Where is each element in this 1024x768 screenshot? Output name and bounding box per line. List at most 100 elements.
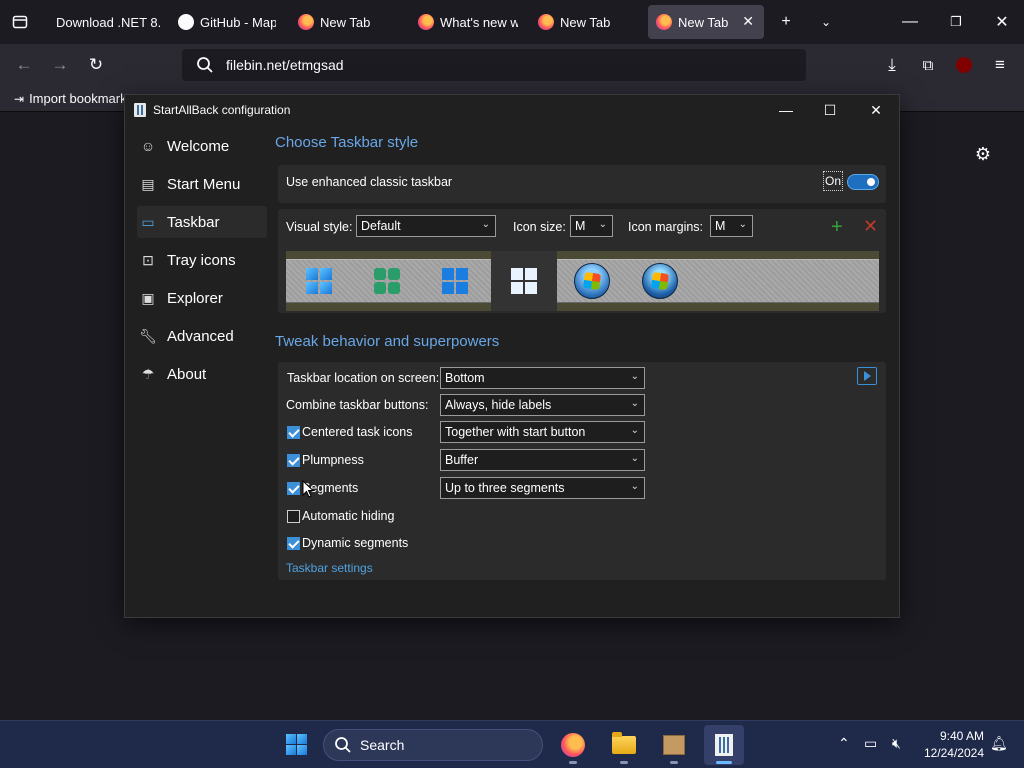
forward-icon[interactable]: → — [48, 53, 72, 77]
automatic-hiding-label: Automatic hiding — [302, 509, 395, 523]
startallback-app-icon — [134, 103, 146, 117]
dynamic-segments-checkbox[interactable] — [287, 537, 300, 550]
sidebar-item-about[interactable]: ☂ About — [137, 358, 267, 390]
tab-new-tab-2[interactable]: New Tab — [530, 5, 640, 39]
chevron-down-icon: ⌄ — [630, 398, 639, 409]
tab-new-tab-active[interactable]: New Tab ✕ — [648, 5, 764, 39]
archive-box-icon — [663, 735, 685, 755]
automatic-hiding-checkbox[interactable] — [287, 510, 300, 523]
enhanced-taskbar-label: Use enhanced classic taskbar — [286, 175, 453, 189]
firefox-icon — [418, 14, 434, 30]
clock-time: 9:40 AM — [939, 729, 984, 743]
import-icon: ⇥ — [14, 91, 25, 106]
file-explorer-icon — [612, 732, 636, 754]
close-tab-icon[interactable]: ✕ — [742, 13, 754, 30]
icon-size-select[interactable]: M ⌄ — [570, 215, 613, 237]
icon-margins-label: Icon margins: — [628, 220, 704, 234]
plumpness-checkbox[interactable] — [287, 454, 300, 467]
taskbar-app-firefox[interactable] — [553, 725, 593, 765]
delete-icon[interactable]: ✕ — [863, 216, 878, 237]
page-settings-gear-icon[interactable]: ⚙ — [972, 143, 994, 165]
minimize-browser-icon[interactable]: — — [898, 10, 922, 34]
network-icon[interactable]: ▭ — [864, 735, 877, 752]
style-option-win10[interactable] — [422, 251, 488, 311]
combine-buttons-label: Combine taskbar buttons: — [286, 398, 429, 412]
segments-checkbox[interactable] — [287, 482, 300, 495]
firefox-icon — [538, 14, 554, 30]
start-button[interactable] — [286, 734, 307, 755]
plumpness-label: Plumpness — [302, 453, 364, 467]
search-icon — [334, 736, 352, 757]
chevron-down-icon: ⌄ — [630, 481, 639, 492]
firefox-icon — [656, 14, 672, 30]
chevron-down-icon: ⌄ — [598, 219, 607, 230]
combine-buttons-select[interactable]: Always, hide labels ⌄ — [440, 394, 645, 416]
back-icon[interactable]: ← — [12, 53, 36, 77]
icon-size-label: Icon size: — [513, 220, 566, 234]
taskbar-settings-link[interactable]: Taskbar settings — [286, 561, 373, 575]
windows-10-white-logo-icon — [511, 268, 537, 294]
reload-icon[interactable]: ↻ — [84, 53, 108, 77]
taskbar-app-startallback[interactable] — [704, 725, 744, 765]
firefox-icon — [561, 733, 585, 757]
taskbar-icon: ▭ — [141, 213, 155, 230]
taskbar-app-archive[interactable] — [654, 725, 694, 765]
new-tab-icon[interactable]: + — [774, 10, 798, 34]
tab-github[interactable]: GitHub - Map — [170, 5, 276, 39]
windows-logo-icon — [286, 734, 307, 755]
downloads-icon[interactable]: ⤓ — [880, 53, 904, 77]
tab-whats-new[interactable]: What's new w — [410, 5, 518, 39]
sidebar-item-taskbar[interactable]: ▭ Taskbar — [137, 206, 267, 238]
taskbar-search-box[interactable]: Search — [323, 729, 543, 761]
taskbar-app-file-explorer[interactable] — [604, 725, 644, 765]
notifications-bell-icon[interactable]: 🔔︎ — [990, 735, 1008, 752]
ublock-icon[interactable] — [952, 53, 976, 77]
extensions-icon[interactable]: ⧉ — [916, 53, 940, 77]
sidebar-item-explorer[interactable]: ▣ Explorer — [137, 282, 267, 314]
style-option-vista[interactable] — [627, 251, 693, 311]
play-video-icon[interactable] — [857, 367, 877, 385]
segments-select[interactable]: Up to three segments ⌄ — [440, 477, 645, 499]
taskbar-clock[interactable]: 9:40 AM 12/24/2024 — [912, 728, 984, 762]
style-option-win11[interactable] — [286, 251, 352, 311]
style-option-win7[interactable] — [559, 251, 625, 311]
toggle-knob — [867, 178, 875, 186]
start-menu-icon: ▤ — [141, 175, 155, 192]
restore-browser-icon[interactable]: ❐ — [944, 10, 968, 34]
folder-icon: ▣ — [141, 289, 155, 306]
sidebar-item-tray-icons[interactable]: ⊡ Tray icons — [137, 244, 267, 276]
search-icon — [196, 56, 214, 77]
clock-date: 12/24/2024 — [923, 746, 984, 760]
plumpness-select[interactable]: Buffer ⌄ — [440, 449, 645, 471]
url-bar[interactable]: filebin.net/etmgsad — [182, 49, 806, 81]
dialog-minimize-icon[interactable]: — — [763, 95, 809, 125]
smile-icon: ☺ — [140, 138, 156, 154]
volume-muted-icon[interactable]: 🔇︎ — [892, 735, 901, 752]
firefox-view-icon[interactable] — [8, 10, 32, 34]
windows-11-logo-icon — [306, 268, 332, 294]
icon-margins-select[interactable]: M ⌄ — [710, 215, 753, 237]
windows-7-orb-icon — [574, 263, 610, 299]
active-indicator — [716, 761, 732, 764]
tab-download-dotnet[interactable]: Download .NET 8.0 — [46, 5, 160, 39]
dialog-maximize-icon[interactable]: ☐ — [807, 95, 853, 125]
tab-list-chevron-icon[interactable]: ⌄ — [814, 10, 838, 34]
menu-icon[interactable]: ≡ — [988, 53, 1012, 77]
sidebar-item-welcome[interactable]: ☺ Welcome — [137, 130, 267, 162]
visual-style-select[interactable]: Default ⌄ — [356, 215, 496, 237]
style-option-win10-white[interactable] — [491, 251, 557, 311]
centered-icons-checkbox[interactable] — [287, 426, 300, 439]
style-option-green[interactable] — [354, 251, 420, 311]
dialog-close-icon[interactable]: ✕ — [853, 95, 899, 125]
chevron-down-icon: ⌄ — [630, 425, 639, 436]
sidebar-item-advanced[interactable]: 🔧︎ Advanced — [137, 320, 267, 352]
show-hidden-icons-chevron-icon[interactable]: ⌃ — [838, 735, 850, 752]
add-icon[interactable]: + — [831, 216, 843, 239]
enhanced-taskbar-toggle[interactable] — [847, 174, 879, 190]
tab-new-tab-1[interactable]: New Tab — [290, 5, 400, 39]
sidebar-item-start-menu[interactable]: ▤ Start Menu — [137, 168, 267, 200]
close-browser-icon[interactable]: ✕ — [990, 10, 1014, 34]
wrench-icon: 🔧︎ — [139, 327, 157, 344]
centered-icons-select[interactable]: Together with start button ⌄ — [440, 421, 645, 443]
taskbar-location-select[interactable]: Bottom ⌄ — [440, 367, 645, 389]
